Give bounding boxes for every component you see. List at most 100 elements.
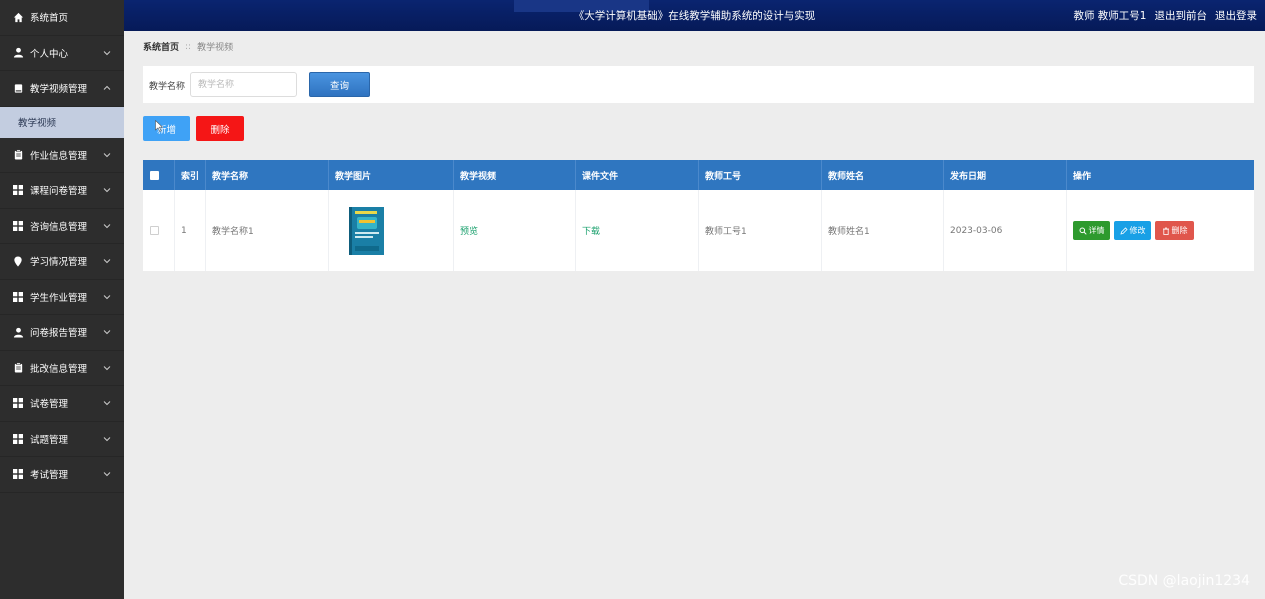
- home-icon: [12, 11, 24, 23]
- watermark: CSDN @laojin1234: [1118, 573, 1250, 589]
- top-header: 《大学计算机基础》在线教学辅助系统的设计与实现 教师 教师工号1 退出到前台 退…: [124, 0, 1265, 31]
- grid-icon: [12, 184, 24, 196]
- search-panel: 教学名称 查询: [143, 66, 1254, 103]
- cell-name: 教学名称1: [206, 190, 329, 271]
- sidebar-item-student-homework[interactable]: 学生作业管理: [0, 280, 124, 315]
- column-header: 教师工号: [699, 160, 822, 190]
- chevron-down-icon: [103, 401, 111, 406]
- sidebar: 系统首页 个人中心 教学视频管理 教学视频 作业信息管理 课程问卷管理 咨询信息…: [0, 0, 124, 599]
- cell-image: [329, 190, 454, 271]
- user-icon: [12, 326, 24, 338]
- cell-index: 1: [175, 190, 206, 271]
- breadcrumb-current: 教学视频: [197, 43, 234, 53]
- chevron-up-icon: [103, 86, 111, 91]
- sidebar-item-grading-info[interactable]: 批改信息管理: [0, 351, 124, 386]
- book-icon: [12, 82, 24, 94]
- row-delete-button-label: 删除: [1171, 226, 1188, 235]
- detail-button[interactable]: 详情: [1073, 221, 1110, 240]
- breadcrumb-home[interactable]: 系统首页: [143, 40, 179, 53]
- chevron-down-icon: [103, 259, 111, 264]
- cell-video: 预览: [454, 190, 576, 271]
- data-table: 索引 教学名称 教学图片 教学视频 课件文件 教师工号 教师姓名 发布日期 操作…: [143, 160, 1254, 271]
- chevron-down-icon: [103, 330, 111, 335]
- sidebar-item-exam[interactable]: 考试管理: [0, 457, 124, 493]
- column-header: 教学视频: [454, 160, 576, 190]
- sidebar-item-label: 学生作业管理: [30, 292, 88, 304]
- current-user: 教师 教师工号1: [1073, 10, 1147, 22]
- sidebar-item-homework-management[interactable]: 作业信息管理: [0, 138, 124, 173]
- video-preview-link[interactable]: 预览: [460, 224, 478, 237]
- column-header: 教师姓名: [822, 160, 944, 190]
- cell-date: 2023-03-06: [944, 190, 1067, 271]
- select-all-cell: [143, 160, 175, 190]
- column-header: 课件文件: [576, 160, 699, 190]
- chevron-down-icon: [103, 436, 111, 441]
- sidebar-item-label: 问卷报告管理: [30, 328, 88, 340]
- select-all-checkbox[interactable]: [150, 170, 159, 180]
- row-delete-button[interactable]: 删除: [1155, 221, 1194, 240]
- logout-link[interactable]: 退出登录: [1215, 8, 1257, 23]
- sidebar-item-video-management[interactable]: 教学视频管理: [0, 71, 124, 107]
- table-header: 索引 教学名称 教学图片 教学视频 课件文件 教师工号 教师姓名 发布日期 操作: [143, 160, 1254, 190]
- breadcrumb: 系统首页 :: 教学视频: [143, 40, 234, 54]
- row-checkbox[interactable]: [150, 226, 159, 235]
- cell-teacher-name: 教师姓名1: [822, 190, 944, 271]
- row-select-cell: [143, 190, 175, 271]
- grid-icon: [12, 220, 24, 232]
- cell-file: 下载: [576, 190, 699, 271]
- grid-icon: [12, 433, 24, 445]
- grid-icon: [12, 291, 24, 303]
- edit-button[interactable]: 修改: [1114, 221, 1151, 240]
- breadcrumb-separator: ::: [185, 41, 192, 52]
- header-user-area: 教师 教师工号1 退出到前台 退出登录: [1073, 8, 1257, 23]
- clipboard-icon: [12, 362, 24, 374]
- back-to-front-link[interactable]: 退出到前台: [1155, 8, 1208, 23]
- sidebar-subitem-label: 教学视频: [18, 118, 57, 129]
- sidebar-item-exam-paper[interactable]: 试卷管理: [0, 386, 124, 422]
- search-input[interactable]: [190, 72, 297, 97]
- book-cover-image: [349, 206, 384, 255]
- sidebar-item-label: 个人中心: [30, 48, 69, 60]
- sidebar-item-study-status[interactable]: 学习情况管理: [0, 244, 124, 280]
- sidebar-item-home[interactable]: 系统首页: [0, 0, 124, 36]
- sidebar-item-label: 课程问卷管理: [30, 186, 88, 198]
- batch-delete-button[interactable]: 删除: [196, 116, 244, 141]
- location-pin-icon: [12, 255, 24, 267]
- cell-actions: 详情 修改 删除: [1067, 190, 1254, 271]
- chevron-down-icon: [103, 50, 111, 55]
- clipboard-icon: [12, 149, 24, 161]
- sidebar-item-label: 作业信息管理: [30, 150, 88, 162]
- trash-icon: [1162, 227, 1169, 235]
- chevron-down-icon: [103, 152, 111, 157]
- chevron-down-icon: [103, 294, 111, 299]
- sidebar-item-consult-info[interactable]: 咨询信息管理: [0, 209, 124, 244]
- table-row: 1 教学名称1 预览 下载 教师工号1 教师姓名1 2023-03-06 详情 …: [143, 190, 1254, 271]
- sidebar-item-survey-report[interactable]: 问卷报告管理: [0, 315, 124, 351]
- column-header: 操作: [1073, 171, 1092, 182]
- sidebar-subitem-teaching-video[interactable]: 教学视频: [0, 106, 124, 138]
- grid-icon: [12, 397, 24, 409]
- add-button[interactable]: 新增: [143, 116, 190, 141]
- sidebar-item-questions[interactable]: 试题管理: [0, 422, 124, 457]
- chevron-down-icon: [103, 472, 111, 477]
- column-header: 发布日期: [944, 160, 1067, 190]
- search-label: 教学名称: [149, 82, 186, 92]
- cell-teacher-no: 教师工号1: [699, 190, 822, 271]
- sidebar-item-course-survey[interactable]: 课程问卷管理: [0, 173, 124, 209]
- sidebar-item-label: 试题管理: [30, 434, 69, 446]
- query-button[interactable]: 查询: [309, 72, 370, 97]
- chevron-down-icon: [103, 223, 111, 228]
- sidebar-item-label: 试卷管理: [30, 399, 69, 411]
- file-download-link[interactable]: 下载: [582, 224, 600, 237]
- sidebar-item-label: 考试管理: [30, 470, 69, 482]
- edit-icon: [1119, 226, 1128, 235]
- user-icon: [12, 47, 24, 59]
- search-icon: [1079, 227, 1087, 235]
- detail-button-label: 详情: [1088, 226, 1105, 235]
- column-header: 索引: [175, 160, 206, 190]
- grid-icon: [12, 468, 24, 480]
- edit-button-label: 修改: [1129, 226, 1146, 235]
- column-header: 教学图片: [329, 160, 454, 190]
- chevron-down-icon: [103, 365, 111, 370]
- sidebar-item-personal-center[interactable]: 个人中心: [0, 36, 124, 71]
